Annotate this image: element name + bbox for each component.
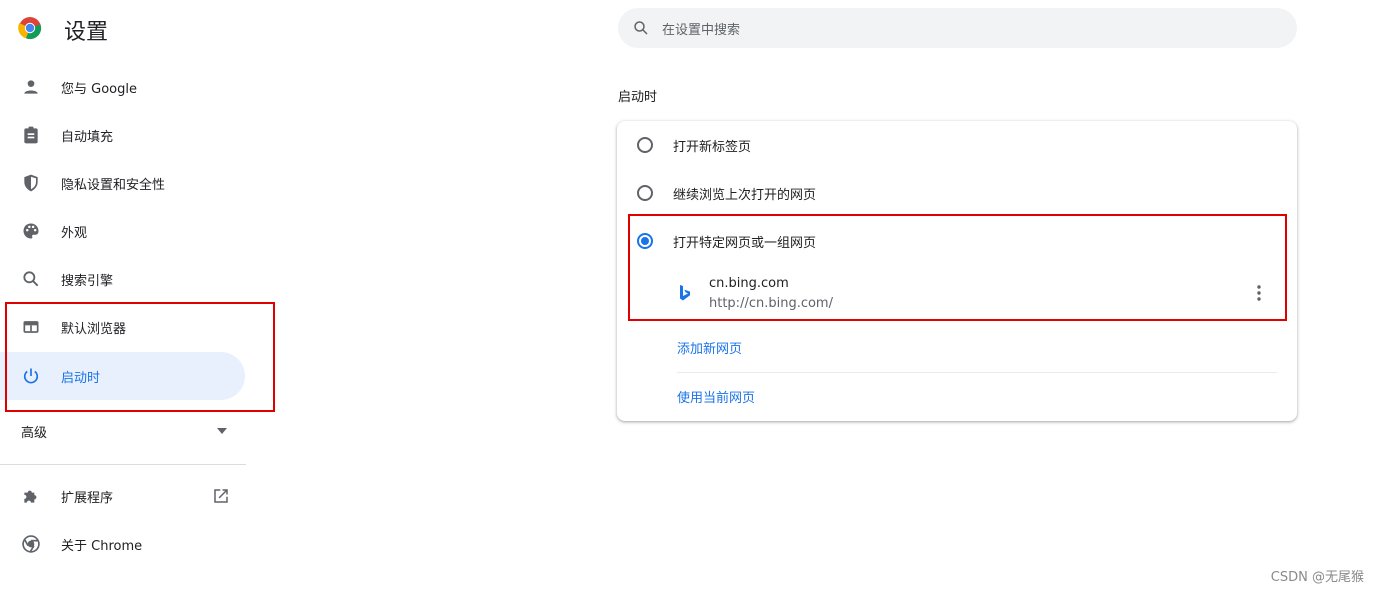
radio-label: 打开新标签页 [673,139,752,155]
radio-label: 继续浏览上次打开的网页 [673,187,817,203]
annotation-box-main [628,214,1287,321]
sidebar-item-label: 自动填充 [61,129,114,145]
sidebar-item-label: 扩展程序 [61,490,114,506]
sidebar-item-about-chrome[interactable]: 关于 Chrome [0,520,245,568]
sidebar-item-appearance[interactable]: 外观 [0,207,245,255]
add-new-page-link[interactable]: 添加新网页 [677,338,742,357]
palette-icon [23,223,39,239]
search-placeholder: 在设置中搜索 [662,22,741,38]
sidebar-advanced-toggle[interactable]: 高级 [0,412,245,450]
section-title: 启动时 [618,90,658,105]
sidebar-divider [0,464,246,465]
sidebar-advanced-label: 高级 [21,425,48,441]
sidebar-item-label: 搜索引擎 [61,273,114,289]
sidebar-item-you-and-google[interactable]: 您与 Google [0,63,245,111]
sidebar-item-search-engine[interactable]: 搜索引擎 [0,255,245,303]
sidebar-item-label: 外观 [61,225,88,241]
annotation-box-sidebar [5,302,275,412]
chrome-outline-icon [22,535,40,553]
use-current-pages-link[interactable]: 使用当前网页 [677,387,755,406]
sidebar-item-privacy[interactable]: 隐私设置和安全性 [0,159,245,207]
sidebar-item-label: 您与 Google [61,81,137,97]
caret-down-icon [217,428,227,434]
sidebar-item-label: 关于 Chrome [61,538,143,554]
sidebar-item-extensions[interactable]: 扩展程序 [0,472,245,520]
card-divider [677,372,1277,373]
sidebar-item-label: 隐私设置和安全性 [61,177,166,193]
radio-new-tab[interactable]: 打开新标签页 [617,121,1297,169]
radio-continue[interactable]: 继续浏览上次打开的网页 [617,169,1297,217]
search-input[interactable]: 在设置中搜索 [618,8,1297,48]
shield-icon [24,174,38,192]
page-title: 设置 [64,20,109,45]
radio-button[interactable] [637,185,653,201]
clipboard-icon [24,126,38,144]
search-icon [634,21,648,35]
sidebar-item-autofill[interactable]: 自动填充 [0,111,245,159]
person-icon [24,80,38,94]
settings-page: 设置 在设置中搜索 您与 Google 自动填充 隐私设置和安全性 外观 搜索引… [0,0,1380,591]
radio-button[interactable] [637,137,653,153]
watermark: CSDN @无尾猴 [1270,570,1364,585]
puzzle-icon [24,490,37,503]
open-in-new-icon[interactable] [212,487,230,505]
search-icon [23,271,39,287]
chrome-logo-icon [18,17,42,40]
